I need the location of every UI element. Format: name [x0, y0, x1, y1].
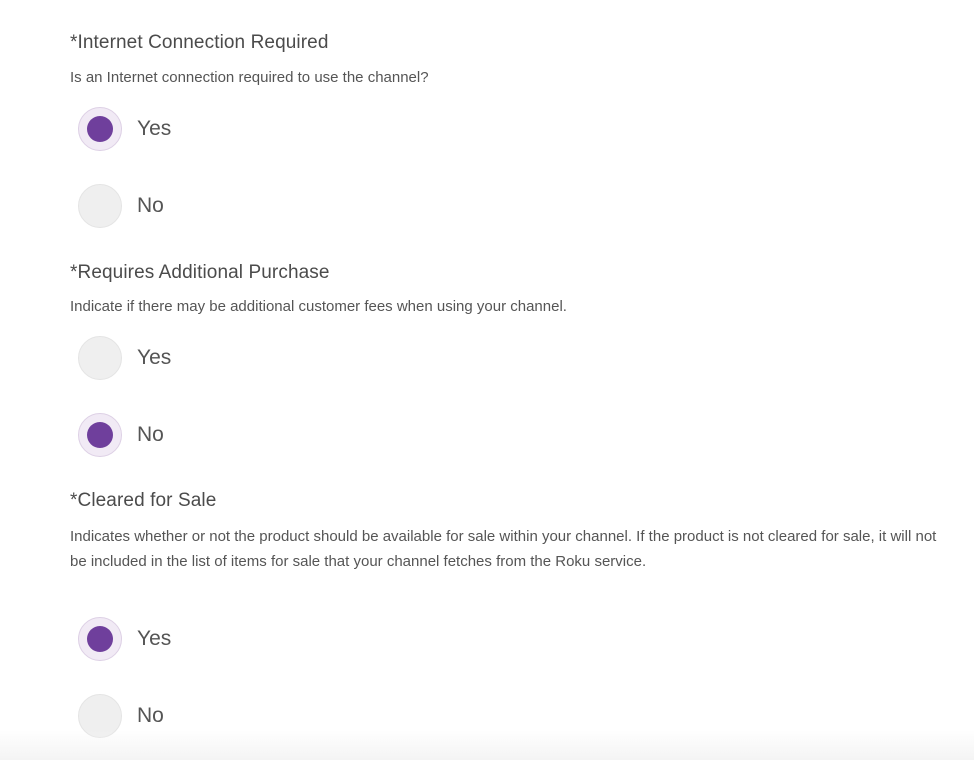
- section-title: *Cleared for Sale: [70, 490, 217, 511]
- section-description: Indicate if there may be additional cust…: [70, 298, 567, 315]
- additional-purchase-no-option[interactable]: No: [78, 412, 164, 458]
- radio-dot-icon: [87, 116, 113, 142]
- internet-connection-yes-option[interactable]: Yes: [78, 106, 171, 152]
- radio-label: Yes: [137, 627, 172, 650]
- radio-label: Yes: [137, 117, 172, 140]
- cleared-for-sale-yes-option[interactable]: Yes: [78, 616, 171, 662]
- radio-button[interactable]: [78, 336, 122, 380]
- radio-button-selected[interactable]: [78, 413, 122, 457]
- internet-connection-no-option[interactable]: No: [78, 183, 164, 229]
- radio-label: No: [137, 194, 164, 217]
- radio-dot-icon: [87, 626, 113, 652]
- section-title: *Internet Connection Required: [70, 32, 329, 53]
- section-title: *Requires Additional Purchase: [70, 262, 330, 283]
- radio-button-selected[interactable]: [78, 107, 122, 151]
- section-description: Is an Internet connection required to us…: [70, 69, 429, 86]
- additional-purchase-yes-option[interactable]: Yes: [78, 335, 171, 381]
- radio-button[interactable]: [78, 184, 122, 228]
- radio-button-selected[interactable]: [78, 617, 122, 661]
- radio-label: No: [137, 423, 164, 446]
- radio-dot-icon: [87, 422, 113, 448]
- section-description: Indicates whether or not the product sho…: [70, 528, 937, 570]
- bottom-fade: [0, 730, 974, 760]
- radio-label: No: [137, 704, 164, 727]
- radio-label: Yes: [137, 346, 172, 369]
